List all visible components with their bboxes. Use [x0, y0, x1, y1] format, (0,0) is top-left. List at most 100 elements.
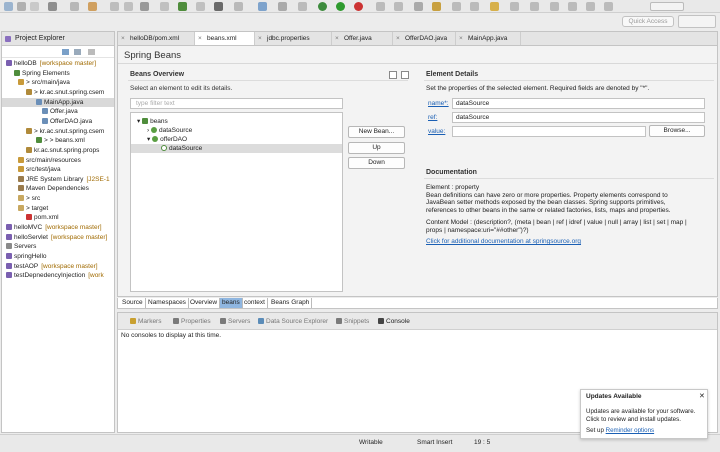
- package-icon[interactable]: [88, 2, 97, 11]
- toolbar-icon[interactable]: [298, 2, 307, 11]
- tree-node-property-datasource[interactable]: dataSource: [131, 144, 342, 153]
- expand-icon[interactable]: [401, 71, 409, 79]
- toolbar-icon[interactable]: [394, 2, 403, 11]
- close-icon[interactable]: ✕: [699, 392, 705, 400]
- debug-icon[interactable]: [318, 2, 327, 11]
- project-tree-item[interactable]: Maven Dependencies: [2, 184, 114, 193]
- toolbar-dropdown[interactable]: [650, 2, 684, 11]
- editor-tab[interactable]: × Offer.java: [332, 32, 393, 46]
- new-bean-button[interactable]: New Bean...: [348, 126, 405, 138]
- project-tree-item[interactable]: pom.xml: [2, 213, 114, 222]
- project-tree-item[interactable]: > > beans.xml: [2, 136, 114, 145]
- value-label-link[interactable]: value:: [428, 128, 445, 135]
- project-tree-item[interactable]: src/main/resources: [2, 156, 114, 165]
- external-tools-icon[interactable]: [354, 2, 363, 11]
- toolbar-icon[interactable]: [234, 2, 243, 11]
- toolbar-icon[interactable]: [124, 2, 133, 11]
- value-field[interactable]: [452, 126, 646, 137]
- project-tree-item[interactable]: springHello: [2, 252, 114, 261]
- perspective-switcher[interactable]: [678, 15, 716, 28]
- tree-node-beans[interactable]: ▾ beans: [137, 117, 168, 126]
- toolbar-icon[interactable]: [376, 2, 385, 11]
- settings-icon[interactable]: [48, 2, 57, 11]
- page-tab[interactable]: Beans Graph: [269, 298, 313, 308]
- up-button[interactable]: Up: [348, 142, 405, 154]
- toolbar-icon[interactable]: [278, 2, 287, 11]
- save-icon[interactable]: [17, 2, 26, 11]
- toolbar-icon[interactable]: [604, 2, 613, 11]
- quick-access-field[interactable]: Quick Access: [622, 16, 674, 27]
- editor-tab[interactable]: × OfferDAO.java: [393, 32, 456, 46]
- toolbar-icon[interactable]: [470, 2, 479, 11]
- page-tab[interactable]: Overview: [188, 298, 221, 308]
- editor-tab[interactable]: × helloDB/pom.xml: [118, 32, 195, 46]
- close-icon[interactable]: ×: [335, 32, 339, 45]
- collapse-all-icon[interactable]: [62, 49, 69, 55]
- project-tree-item[interactable]: OfferDAO.java: [2, 117, 114, 126]
- toolbar-icon[interactable]: [110, 2, 119, 11]
- close-icon[interactable]: ×: [459, 32, 463, 45]
- project-tree-item[interactable]: > target: [2, 204, 114, 213]
- project-tree-item[interactable]: helloServlet [workspace master]: [2, 233, 114, 242]
- name-field[interactable]: dataSource: [452, 98, 705, 109]
- stop-icon[interactable]: [214, 2, 223, 11]
- project-tree-item[interactable]: > src/main/java: [2, 78, 114, 87]
- close-icon[interactable]: ×: [258, 32, 262, 45]
- reminder-options-link[interactable]: Reminder options: [606, 427, 655, 434]
- close-icon[interactable]: ×: [121, 32, 125, 45]
- toolbar-icon[interactable]: [490, 2, 499, 11]
- project-explorer-tab[interactable]: Project Explorer: [2, 32, 114, 46]
- back-icon[interactable]: [550, 2, 559, 11]
- close-icon[interactable]: ×: [396, 32, 400, 45]
- console-tab[interactable]: Data Source Explorer: [258, 318, 328, 325]
- collapse-icon[interactable]: [389, 71, 397, 79]
- project-tree-item[interactable]: > src: [2, 194, 114, 203]
- ref-field[interactable]: dataSource: [452, 112, 705, 123]
- console-tab[interactable]: Console: [378, 318, 410, 325]
- toolbar-icon[interactable]: [196, 2, 205, 11]
- toolbar-icon[interactable]: [510, 2, 519, 11]
- toolbar-icon[interactable]: [530, 2, 539, 11]
- project-tree-item[interactable]: helloDB [workspace master]: [2, 59, 114, 68]
- project-tree-item[interactable]: src/test/java: [2, 165, 114, 174]
- tree-node-datasource[interactable]: › dataSource: [147, 126, 192, 135]
- editor-tab[interactable]: × MainApp.java: [456, 32, 521, 46]
- project-tree-item[interactable]: helloMVC [workspace master]: [2, 223, 114, 232]
- project-tree-item[interactable]: testDepnedencyInjection [work: [2, 271, 114, 280]
- toolbar-icon[interactable]: [452, 2, 461, 11]
- save-all-icon[interactable]: [30, 2, 39, 11]
- project-tree-item[interactable]: Servers: [2, 242, 114, 251]
- project-tree-item[interactable]: Spring Elements: [2, 69, 114, 78]
- page-tab[interactable]: context: [242, 298, 268, 308]
- project-tree-item[interactable]: > kr.ac.snut.spring.csem: [2, 127, 114, 136]
- view-menu-icon[interactable]: [88, 49, 95, 55]
- name-label-link[interactable]: name*:: [428, 100, 449, 107]
- console-tab[interactable]: Markers: [130, 318, 161, 325]
- filter-input[interactable]: type filter text: [130, 98, 343, 109]
- toolbar-icon[interactable]: [160, 2, 169, 11]
- run-icon[interactable]: [336, 2, 345, 11]
- toolbar-icon[interactable]: [258, 2, 267, 11]
- link-editor-icon[interactable]: [74, 49, 81, 55]
- console-tab[interactable]: Properties: [173, 318, 211, 325]
- project-tree-item[interactable]: JRE System Library [J2SE-1: [2, 175, 114, 184]
- console-tab[interactable]: Snippets: [336, 318, 369, 325]
- new-icon[interactable]: [4, 2, 13, 11]
- beans-tree[interactable]: ▾ beans › dataSource ▾ offerDAO dataSour…: [130, 112, 343, 292]
- down-button[interactable]: Down: [348, 157, 405, 169]
- tree-node-offerdao[interactable]: ▾ offerDAO: [147, 135, 187, 144]
- close-icon[interactable]: ×: [198, 32, 202, 45]
- toolbar-icon[interactable]: [586, 2, 595, 11]
- forward-icon[interactable]: [568, 2, 577, 11]
- page-tab[interactable]: Namespaces: [146, 298, 189, 308]
- project-tree-item[interactable]: MainApp.java: [2, 97, 114, 107]
- project-tree-item[interactable]: Offer.java: [2, 107, 114, 116]
- project-tree-item[interactable]: testAOP [workspace master]: [2, 262, 114, 271]
- editor-tab[interactable]: × beans.xml: [195, 32, 255, 46]
- project-tree-item[interactable]: kr.ac.snut.spring.props: [2, 146, 114, 155]
- editor-tab[interactable]: × jdbc.properties: [255, 32, 332, 46]
- toolbar-icon[interactable]: [432, 2, 441, 11]
- spring-icon[interactable]: [178, 2, 187, 11]
- page-tab[interactable]: Source: [120, 298, 146, 308]
- documentation-link[interactable]: Click for additional documentation at sp…: [426, 238, 711, 246]
